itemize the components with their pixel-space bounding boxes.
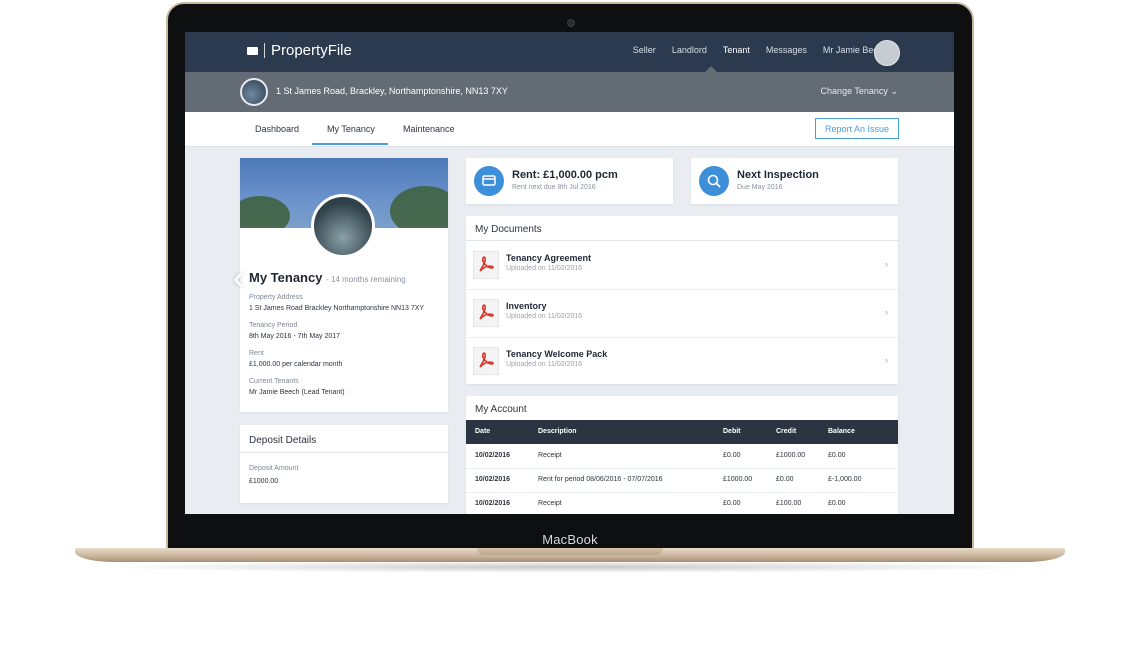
table-row: 10/02/2016 Receipt £0.00 £1000.00 £0.00 <box>466 444 898 469</box>
chevron-left-icon[interactable]: ‹ <box>233 260 253 296</box>
chevron-right-icon: › <box>885 355 888 365</box>
tab-maintenance[interactable]: Maintenance <box>403 124 455 134</box>
nav-item-tenant[interactable]: Tenant <box>723 45 750 56</box>
deposit-value: £1000.00 <box>249 478 279 485</box>
document-row[interactable]: Inventory Uploaded on 11/02/2016 › <box>466 289 898 338</box>
inspection-card[interactable]: Next Inspection Due May 2016 <box>691 158 898 204</box>
camera-icon <box>567 19 575 27</box>
document-date: Uploaded on 11/02/2016 <box>506 265 583 272</box>
column-header: Description <box>538 428 577 435</box>
chevron-down-icon: ⌄ <box>890 86 898 96</box>
laptop-screen: PropertyFile Seller Landlord Tenant Mess… <box>185 32 954 514</box>
property-photo <box>311 194 375 258</box>
camera-logo-icon <box>247 46 258 55</box>
avatar[interactable] <box>874 40 900 66</box>
table-cell: £0.00 <box>723 452 741 459</box>
document-name: Tenancy Welcome Pack <box>506 349 608 359</box>
nav-item-messages[interactable]: Messages <box>766 45 807 56</box>
logo-text: PropertyFile <box>271 42 352 59</box>
deposit-label: Deposit Amount <box>249 465 299 472</box>
change-tenancy-button[interactable]: Change Tenancy ⌄ <box>821 86 898 97</box>
laptop-brand: MacBook <box>542 532 598 547</box>
active-tab-indicator <box>312 143 388 145</box>
deposit-card: Deposit Details Deposit Amount £1000.00 <box>240 425 448 503</box>
table-cell: £0.00 <box>828 452 846 459</box>
documents-card: My Documents Tenancy Agreement Uploaded … <box>466 216 898 384</box>
table-cell: Receipt <box>538 500 562 507</box>
column-header: Debit <box>723 428 741 435</box>
field-value: £1,000.00 per calendar month <box>249 361 343 368</box>
laptop-notch <box>477 548 663 555</box>
tenancy-remaining: - 14 months remaining <box>326 275 406 284</box>
tenancy-card: My Tenancy - 14 months remaining Propert… <box>240 158 448 412</box>
table-cell: Receipt <box>538 452 562 459</box>
document-row[interactable]: Tenancy Welcome Pack Uploaded on 11/02/2… <box>466 337 898 385</box>
tenancy-title: My Tenancy - 14 months remaining <box>249 270 406 285</box>
documents-title: My Documents <box>475 224 542 235</box>
inspection-subtitle: Due May 2016 <box>737 184 783 191</box>
search-icon <box>699 166 729 196</box>
field-label: Rent <box>249 350 264 357</box>
pdf-icon <box>473 299 499 327</box>
table-cell: Rent for period 08/06/2016 - 07/07/2016 <box>538 476 663 483</box>
field-label: Current Tenants <box>249 378 299 385</box>
tab-my-tenancy[interactable]: My Tenancy <box>327 124 375 134</box>
account-title: My Account <box>475 404 527 415</box>
inspection-title: Next Inspection <box>737 169 819 181</box>
property-address: 1 St James Road, Brackley, Northamptonsh… <box>276 86 508 96</box>
rent-card[interactable]: Rent: £1,000.00 pcm Rent next due 8th Ju… <box>466 158 673 204</box>
change-tenancy-label: Change Tenancy <box>820 86 888 96</box>
table-cell: £1000.00 <box>776 452 806 459</box>
rent-title: Rent: £1,000.00 pcm <box>512 169 618 181</box>
table-cell: £1000.00 <box>723 476 753 483</box>
property-thumbnail <box>240 78 268 106</box>
table-cell: £-1,000.00 <box>828 476 862 483</box>
column-header: Credit <box>776 428 797 435</box>
field-value: 8th May 2016 - 7th May 2017 <box>249 333 341 340</box>
deposit-title: Deposit Details <box>249 435 317 446</box>
document-row[interactable]: Tenancy Agreement Uploaded on 11/02/2016… <box>466 241 898 290</box>
field-label: Tenancy Period <box>249 322 298 329</box>
field-value: 1 St James Road Brackley Northamptonshir… <box>249 305 425 312</box>
top-navbar: PropertyFile Seller Landlord Tenant Mess… <box>185 32 954 72</box>
document-date: Uploaded on 11/02/2016 <box>506 361 583 368</box>
table-cell: £0.00 <box>828 500 846 507</box>
field-value: Mr Jamie Beech (Lead Tenant) <box>249 389 345 396</box>
main-nav: Seller Landlord Tenant Messages Mr Jamie… <box>633 45 898 56</box>
pdf-icon <box>473 347 499 375</box>
document-date: Uploaded on 11/02/2016 <box>506 313 583 320</box>
account-card: My Account Date Description Debit Credit… <box>466 396 898 514</box>
chevron-right-icon: › <box>885 307 888 317</box>
logo[interactable]: PropertyFile <box>247 42 352 59</box>
report-issue-button[interactable]: Report An Issue <box>815 118 899 139</box>
column-header: Date <box>475 428 491 435</box>
column-header: Balance <box>828 428 855 435</box>
table-row: 10/02/2016 Receipt £0.00 £100.00 £0.00 <box>466 492 898 514</box>
pdf-icon <box>473 251 499 279</box>
laptop-shadow <box>90 561 1050 573</box>
divider <box>240 452 448 453</box>
document-name: Tenancy Agreement <box>506 253 592 263</box>
table-cell: £0.00 <box>776 476 794 483</box>
table-cell: 10/02/2016 <box>475 452 511 459</box>
document-name: Inventory <box>506 301 547 311</box>
table-cell: 10/02/2016 <box>475 476 511 483</box>
field-label: Property Address <box>249 294 303 301</box>
table-cell: £0.00 <box>723 500 741 507</box>
chevron-right-icon: › <box>885 259 888 269</box>
table-row: 10/02/2016 Rent for period 08/06/2016 - … <box>466 468 898 493</box>
tab-dashboard[interactable]: Dashboard <box>255 124 299 134</box>
tab-bar: Dashboard My Tenancy Maintenance Report … <box>185 112 954 147</box>
card-icon <box>474 166 504 196</box>
logo-divider <box>264 43 265 58</box>
nav-item-landlord[interactable]: Landlord <box>672 45 707 56</box>
property-bar: 1 St James Road, Brackley, Northamptonsh… <box>185 72 954 112</box>
nav-item-seller[interactable]: Seller <box>633 45 656 56</box>
rent-subtitle: Rent next due 8th Jul 2016 <box>512 184 596 191</box>
table-cell: 10/02/2016 <box>475 500 511 507</box>
table-cell: £100.00 <box>776 500 802 507</box>
tenancy-title-text: My Tenancy <box>249 270 323 285</box>
table-header: Date Description Debit Credit Balance <box>466 420 898 444</box>
